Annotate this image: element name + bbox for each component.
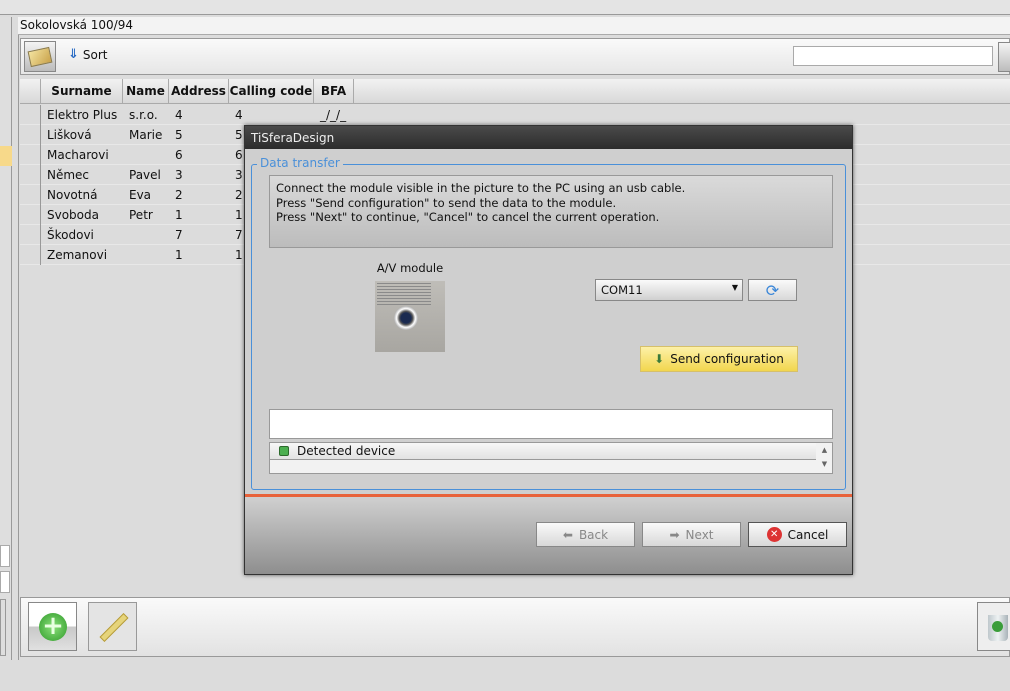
status-field[interactable] bbox=[269, 409, 833, 439]
column-surname[interactable]: Surname bbox=[41, 79, 123, 104]
next-label: Next bbox=[685, 527, 714, 542]
table-cell: 5 bbox=[175, 128, 183, 142]
upload-icon: ⬇ bbox=[654, 352, 665, 366]
instruction-line: Press "Next" to continue, "Cancel" to ca… bbox=[276, 210, 660, 224]
row-header-corner bbox=[20, 79, 41, 104]
search-button[interactable] bbox=[998, 42, 1010, 72]
send-configuration-button[interactable]: ⬇ Send configuration bbox=[640, 346, 798, 372]
sort-button[interactable]: ⇓ Sort bbox=[68, 47, 108, 62]
list-scrollbar[interactable]: ▲ ▼ bbox=[817, 443, 832, 473]
detected-device-label: Detected device bbox=[297, 444, 396, 458]
port-select[interactable]: COM11 ▼ bbox=[595, 279, 743, 301]
row-header[interactable] bbox=[20, 125, 41, 145]
delete-button[interactable] bbox=[977, 602, 1010, 651]
dialog-title: TiSferaDesign bbox=[245, 126, 852, 149]
table-cell: Novotná bbox=[47, 188, 98, 202]
next-button[interactable]: ➡ Next bbox=[642, 522, 741, 547]
table-cell: Svoboda bbox=[47, 208, 99, 222]
send-label: Send configuration bbox=[670, 352, 784, 366]
column-name[interactable]: Name bbox=[123, 79, 169, 104]
arrow-right-icon: ➡ bbox=[669, 527, 680, 542]
group-title: Data transfer bbox=[257, 156, 343, 170]
arrow-left-icon: ⬅ bbox=[562, 527, 573, 542]
search-input[interactable] bbox=[793, 46, 993, 66]
selected-item[interactable] bbox=[0, 146, 12, 166]
row-header[interactable] bbox=[20, 185, 41, 205]
table-cell: Marie bbox=[129, 128, 163, 142]
table-cell: Škodovi bbox=[47, 228, 94, 242]
cards-icon bbox=[27, 46, 53, 67]
left-button[interactable] bbox=[0, 599, 6, 656]
table-cell: 4 bbox=[175, 108, 183, 122]
refresh-icon: ⟳ bbox=[765, 280, 780, 300]
table-cell: 1 bbox=[175, 248, 183, 262]
table-cell: Němec bbox=[47, 168, 90, 182]
table-cell: Pavel bbox=[129, 168, 161, 182]
cancel-label: Cancel bbox=[787, 527, 829, 542]
sort-label: Sort bbox=[82, 47, 108, 62]
edit-button[interactable] bbox=[88, 602, 137, 651]
list-item[interactable]: Detected device bbox=[270, 443, 816, 460]
table-cell: Petr bbox=[129, 208, 153, 222]
row-header[interactable] bbox=[20, 245, 41, 265]
sort-icon: ⇓ bbox=[68, 47, 79, 62]
row-header[interactable] bbox=[20, 165, 41, 185]
av-module-image bbox=[375, 281, 445, 352]
table-cell: 2 bbox=[175, 188, 183, 202]
table-cell: Lišková bbox=[47, 128, 92, 142]
table-cell: Elektro Plus bbox=[47, 108, 118, 122]
column-bfa[interactable]: BFA bbox=[314, 79, 354, 104]
column-address[interactable]: Address bbox=[169, 79, 229, 104]
camera-icon bbox=[394, 306, 418, 330]
table-cell: 3 bbox=[175, 168, 183, 182]
back-label: Back bbox=[578, 527, 609, 542]
instruction-line: Press "Send configuration" to send the d… bbox=[276, 195, 617, 210]
instructions-box: Connect the module visible in the pictur… bbox=[269, 175, 833, 248]
instruction-line: Connect the module visible in the pictur… bbox=[276, 181, 686, 195]
back-button[interactable]: ⬅ Back bbox=[536, 522, 635, 547]
table-cell: Eva bbox=[129, 188, 152, 202]
pencil-icon bbox=[99, 613, 129, 642]
port-value: COM11 bbox=[601, 283, 643, 297]
table-cell: s.r.o. bbox=[129, 108, 158, 122]
row-header[interactable] bbox=[20, 225, 41, 245]
table-cell: _/_/_ bbox=[320, 108, 347, 122]
table-cell: Macharovi bbox=[47, 148, 109, 162]
top-bar bbox=[0, 0, 1010, 15]
table-cell: 1 bbox=[175, 208, 183, 222]
refresh-ports-button[interactable]: ⟳ bbox=[748, 279, 797, 301]
row-header[interactable] bbox=[20, 205, 41, 225]
table-cell: Zemanovi bbox=[47, 248, 108, 262]
add-button[interactable]: + bbox=[28, 602, 77, 651]
left-panel bbox=[0, 17, 12, 660]
column-calling-code[interactable]: Calling code bbox=[229, 79, 314, 104]
data-transfer-dialog: TiSferaDesign Data transfer Connect the … bbox=[244, 125, 853, 575]
table-cell: 4 bbox=[235, 108, 243, 122]
row-header[interactable] bbox=[20, 105, 41, 125]
left-field[interactable] bbox=[0, 545, 10, 567]
table-row[interactable]: Elektro Plus s.r.o. 4 4 _/_/_ bbox=[20, 105, 1010, 125]
detected-led-icon bbox=[279, 446, 289, 456]
detected-device-list: Detected device ▲ ▼ bbox=[269, 442, 833, 474]
plus-icon: + bbox=[39, 613, 67, 641]
cards-button[interactable] bbox=[24, 41, 56, 72]
table-cell: 6 bbox=[175, 148, 183, 162]
separator bbox=[245, 494, 852, 497]
close-icon: ✕ bbox=[766, 527, 782, 542]
row-header[interactable] bbox=[20, 145, 41, 165]
table-cell: 7 bbox=[175, 228, 183, 242]
module-label: A/V module bbox=[376, 261, 444, 275]
left-field[interactable] bbox=[0, 571, 10, 593]
bottom-toolbar: + bbox=[20, 597, 1010, 657]
cancel-button[interactable]: ✕ Cancel bbox=[748, 522, 847, 547]
trash-icon bbox=[988, 615, 1008, 641]
address-bar: Sokolovská 100/94 bbox=[18, 17, 1010, 35]
table-header: Surname Name Address Calling code BFA bbox=[20, 79, 1010, 104]
chevron-down-icon: ▼ bbox=[731, 283, 738, 292]
